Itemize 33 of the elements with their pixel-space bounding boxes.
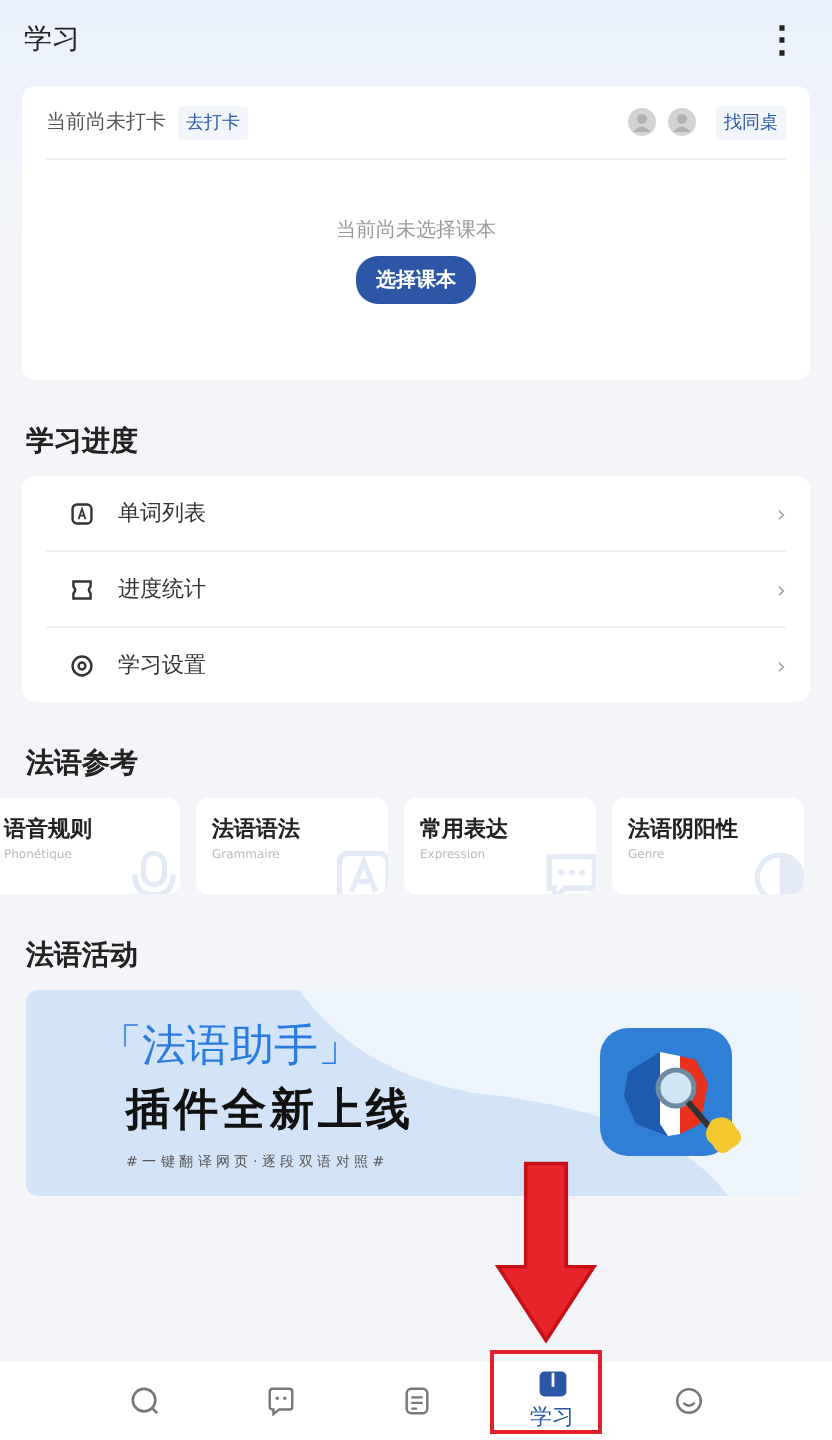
book-icon — [537, 1370, 567, 1400]
section-title: 法语参考 — [26, 746, 140, 782]
banner-subline: 插件全新上线 — [126, 1083, 414, 1139]
list-item[interactable]: 进度统计 › — [46, 552, 786, 628]
nav-tab[interactable]: 学习 — [484, 1362, 620, 1440]
card-title: 法语阴阳性 — [628, 814, 740, 844]
word-list-icon — [70, 501, 94, 525]
page-title: 学习 — [24, 22, 80, 58]
card-title: 语音规则 — [4, 814, 94, 844]
find-partner-button[interactable]: 找同桌 — [716, 105, 786, 139]
banner-headline: 「法语助手」 — [98, 1019, 364, 1075]
avatar-icon — [628, 108, 656, 136]
list-item[interactable]: 学习设置 › — [46, 628, 786, 702]
section-title: 法语活动 — [26, 938, 140, 974]
letter-icon — [336, 850, 388, 894]
empty-message: 当前尚未选择课本 — [336, 217, 496, 244]
choose-textbook-button[interactable]: 选择课本 — [356, 256, 476, 304]
checkin-button[interactable]: 去打卡 — [178, 105, 248, 139]
document-icon — [401, 1386, 431, 1416]
chat-bubble-icon — [265, 1386, 295, 1416]
chat-icon — [544, 850, 596, 894]
avatar-icon — [668, 108, 696, 136]
section-title: 学习进度 — [26, 424, 140, 460]
more-menu-button[interactable]: ⋮ — [756, 18, 808, 62]
microphone-icon — [128, 850, 180, 894]
progress-icon — [70, 577, 94, 601]
card-title: 常用表达 — [420, 814, 510, 844]
search-icon — [129, 1386, 159, 1416]
smiley-icon — [673, 1386, 703, 1416]
list-item[interactable]: 单词列表 › — [46, 476, 786, 552]
card-title: 法语语法 — [212, 814, 302, 844]
settings-icon — [70, 653, 94, 677]
checkin-status: 当前尚未打卡 — [46, 109, 166, 136]
